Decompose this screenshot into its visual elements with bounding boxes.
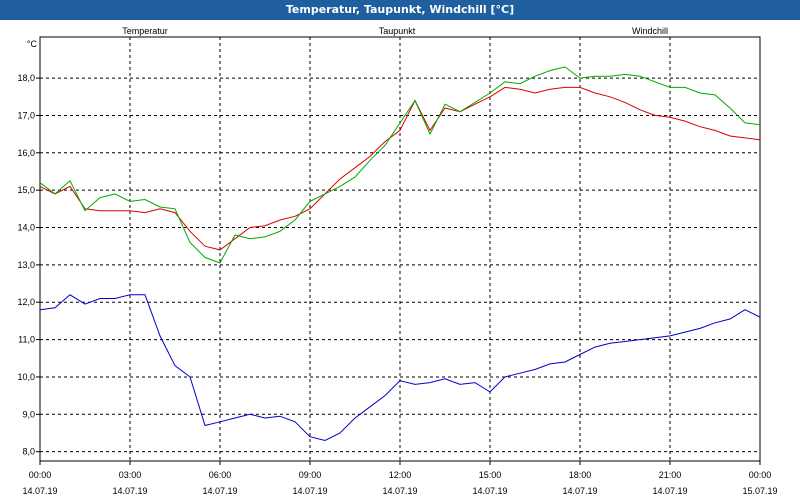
y-tick-label: 8,0 xyxy=(22,447,35,457)
x-tick-date-label: 14.07.19 xyxy=(202,486,237,496)
x-tick-date-label: 14.07.19 xyxy=(292,486,327,496)
legend-entry-windchill: Windchill xyxy=(632,26,668,36)
y-tick-label: 17,0 xyxy=(17,110,35,120)
legend-entry-taupunkt: Taupunkt xyxy=(379,26,416,36)
x-tick-date-label: 14.07.19 xyxy=(112,486,147,496)
y-tick-label: 18,0 xyxy=(17,73,35,83)
x-tick-date-label: 14.07.19 xyxy=(22,486,57,496)
x-tick-time-label: 21:00 xyxy=(659,470,682,480)
x-tick-time-label: 00:00 xyxy=(749,470,772,480)
x-tick-time-label: 09:00 xyxy=(299,470,322,480)
x-tick-time-label: 15:00 xyxy=(479,470,502,480)
x-tick-date-label: 15.07.19 xyxy=(742,486,777,496)
y-tick-label: 14,0 xyxy=(17,223,35,233)
y-tick-label: 13,0 xyxy=(17,260,35,270)
y-tick-label: 10,0 xyxy=(17,372,35,382)
chart-title: Temperatur, Taupunkt, Windchill [°C] xyxy=(0,0,800,20)
y-tick-label: 9,0 xyxy=(22,409,35,419)
legend-entry-temperatur: Temperatur xyxy=(122,26,168,36)
x-tick-date-label: 14.07.19 xyxy=(382,486,417,496)
x-tick-date-label: 14.07.19 xyxy=(562,486,597,496)
x-tick-time-label: 03:00 xyxy=(119,470,142,480)
y-tick-label: 12,0 xyxy=(17,297,35,307)
x-tick-time-label: 00:00 xyxy=(29,470,52,480)
x-tick-time-label: 06:00 xyxy=(209,470,232,480)
chart-canvas: 8,0 9,0 10,0 11,0 12,0 13,0 14,0 15,0 16,0 17,0 18… xyxy=(17,26,777,496)
y-tick-label: 16,0 xyxy=(17,148,35,158)
x-tick-time-label: 12:00 xyxy=(389,470,412,480)
x-tick-date-label: 14.07.19 xyxy=(472,486,507,496)
y-tick-label: 11,0 xyxy=(18,335,35,345)
x-tick-date-label: 14.07.19 xyxy=(652,486,687,496)
x-tick-time-label: 18:00 xyxy=(569,470,592,480)
y-tick-label: 15,0 xyxy=(17,185,35,195)
y-axis-label: °C xyxy=(27,39,38,49)
